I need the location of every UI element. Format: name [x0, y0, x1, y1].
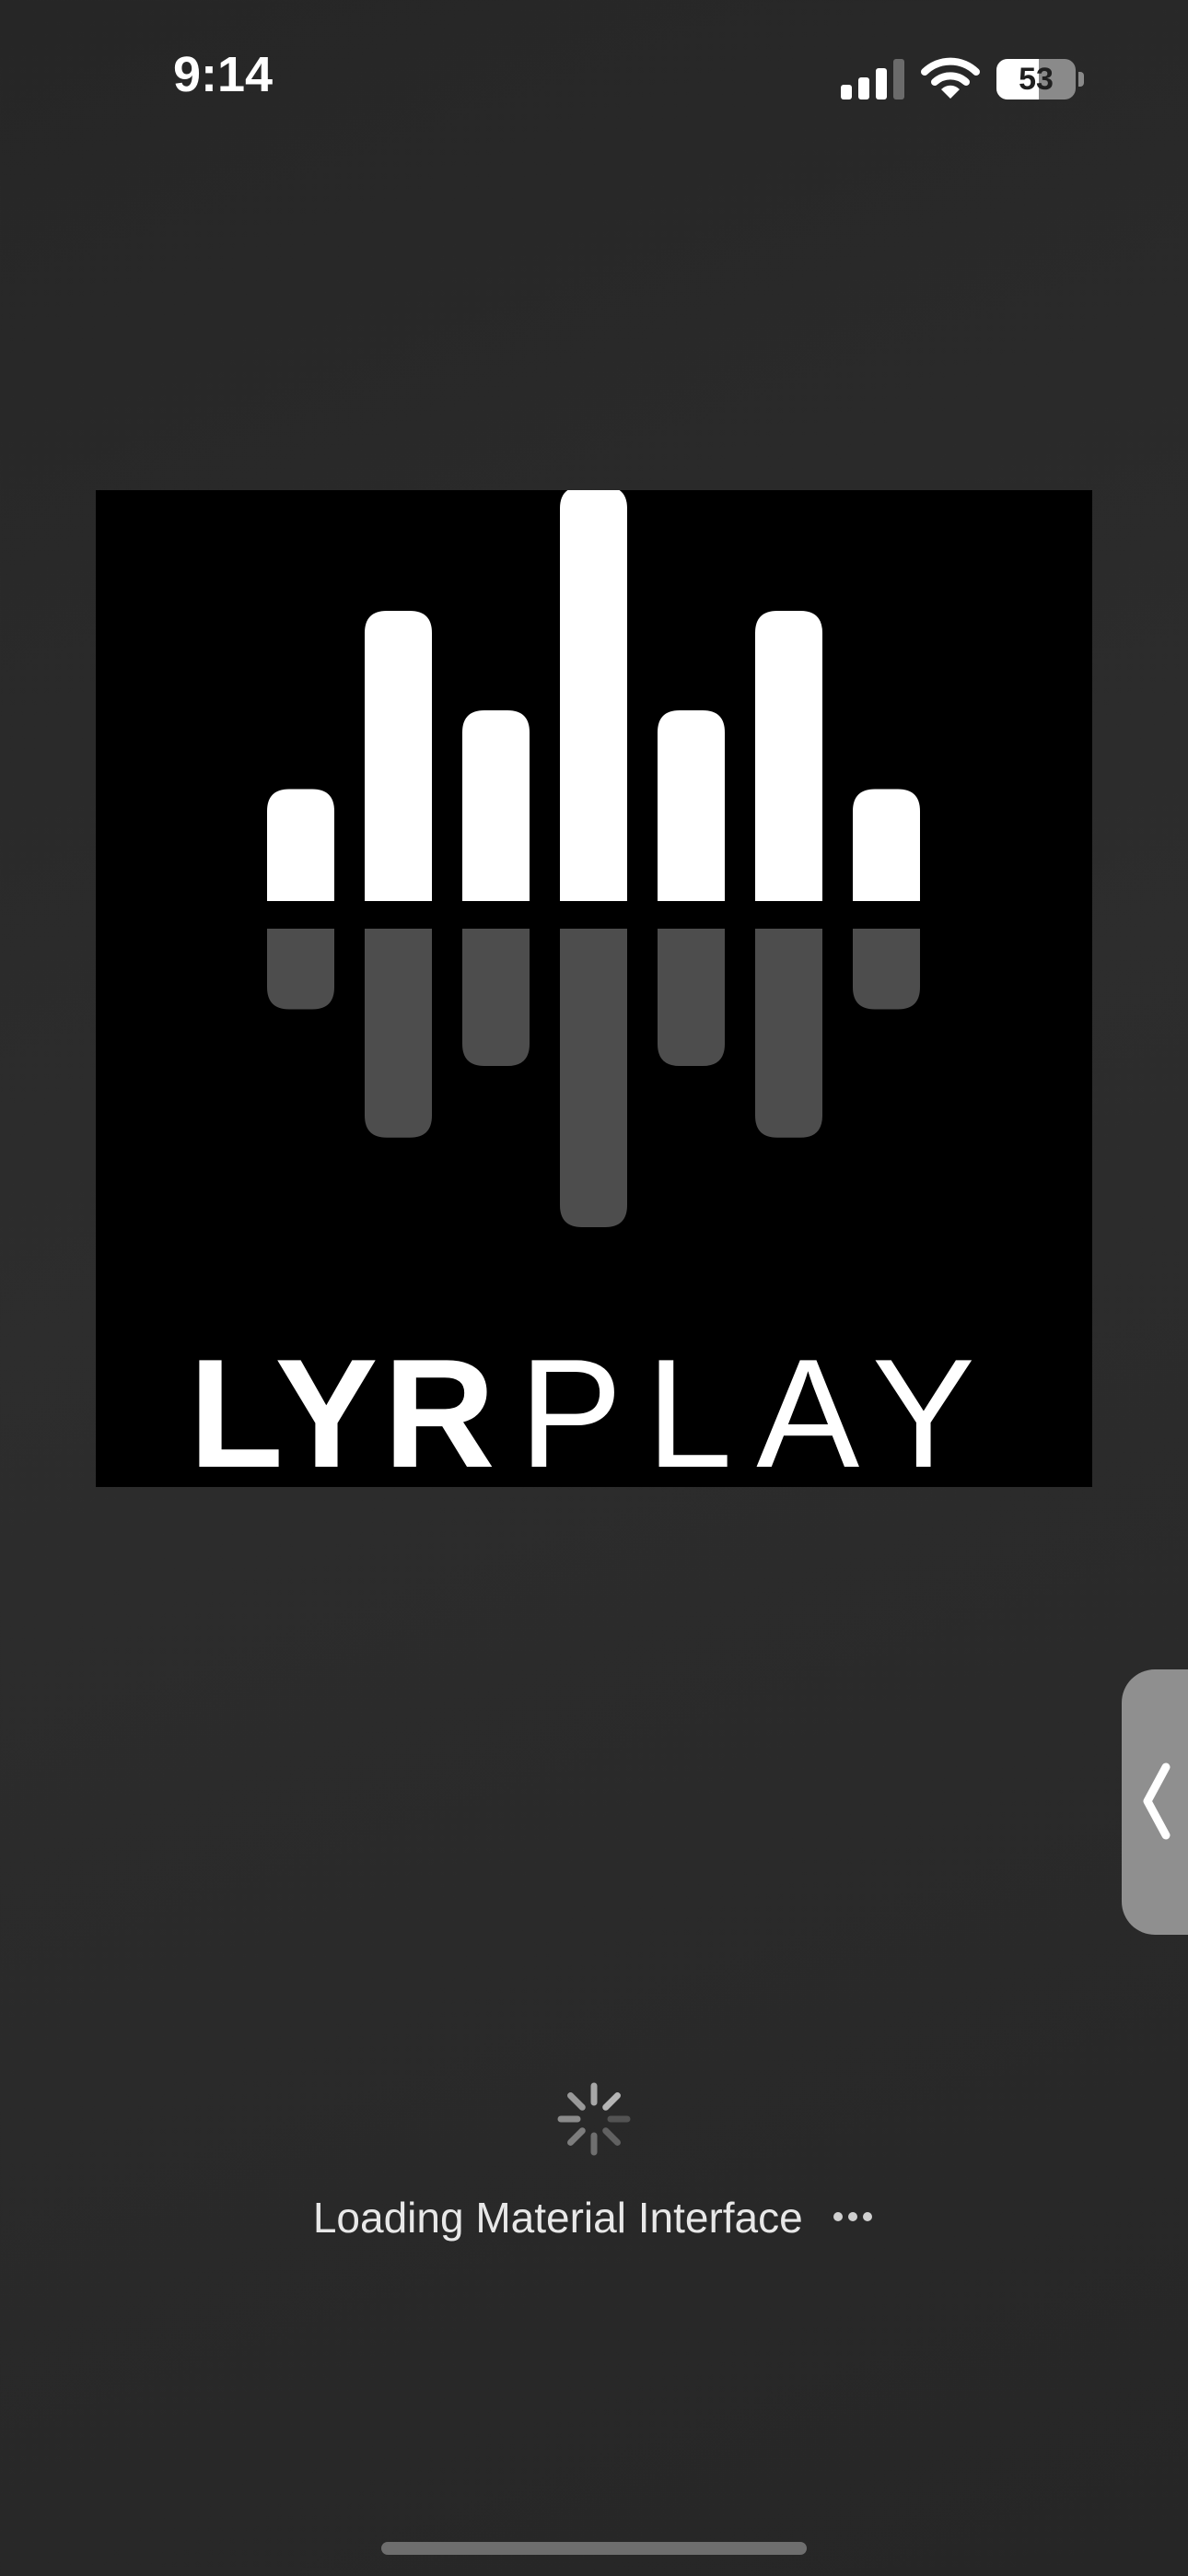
- cellular-signal-icon: [841, 59, 904, 100]
- activity-spinner-icon: [557, 2082, 631, 2156]
- side-panel-handle[interactable]: [1122, 1669, 1188, 1935]
- logo-bar-reflection: [365, 929, 432, 1138]
- spinner-spoke: [602, 2092, 621, 2111]
- battery-icon: 53: [996, 59, 1085, 100]
- logo-bar: [853, 789, 920, 901]
- chevron-left-icon: [1143, 1762, 1171, 1840]
- logo-bar: [755, 611, 822, 901]
- logo-bar: [267, 789, 334, 901]
- lyrplay-logo: LYR PLAY: [96, 490, 1092, 1491]
- logo-bar: [462, 710, 530, 901]
- logo-bar: [365, 611, 432, 901]
- logo-bar-reflection: [560, 929, 627, 1227]
- logo-word-light: PLAY: [518, 1327, 999, 1500]
- status-time: 9:14: [173, 47, 274, 102]
- spinner-spoke: [567, 2127, 586, 2146]
- logo-wordmark: LYR PLAY: [96, 1336, 1092, 1491]
- home-indicator[interactable]: [381, 2542, 807, 2555]
- logo-bar-reflection: [755, 929, 822, 1138]
- ellipsis-icon: [831, 2209, 875, 2226]
- spinner-spoke: [602, 2127, 621, 2146]
- battery-cap: [1078, 72, 1084, 87]
- logo-word-bold: LYR: [189, 1327, 501, 1500]
- logo-bar: [658, 710, 725, 901]
- loading-status: Loading Material Interface: [0, 2193, 1188, 2242]
- logo-bar-reflection: [658, 929, 725, 1067]
- logo-bar-reflection: [853, 929, 920, 1010]
- battery-body: 53: [996, 59, 1076, 100]
- status-bar: 9:14 53: [0, 0, 1188, 157]
- battery-percent: 53: [1019, 62, 1054, 97]
- loading-text: Loading Material Interface: [312, 2194, 803, 2242]
- logo-bar-reflection: [267, 929, 334, 1010]
- logo-bar: [560, 490, 627, 901]
- spinner-spoke: [567, 2092, 586, 2111]
- logo-bar-reflection: [462, 929, 530, 1067]
- wifi-icon: [921, 57, 980, 99]
